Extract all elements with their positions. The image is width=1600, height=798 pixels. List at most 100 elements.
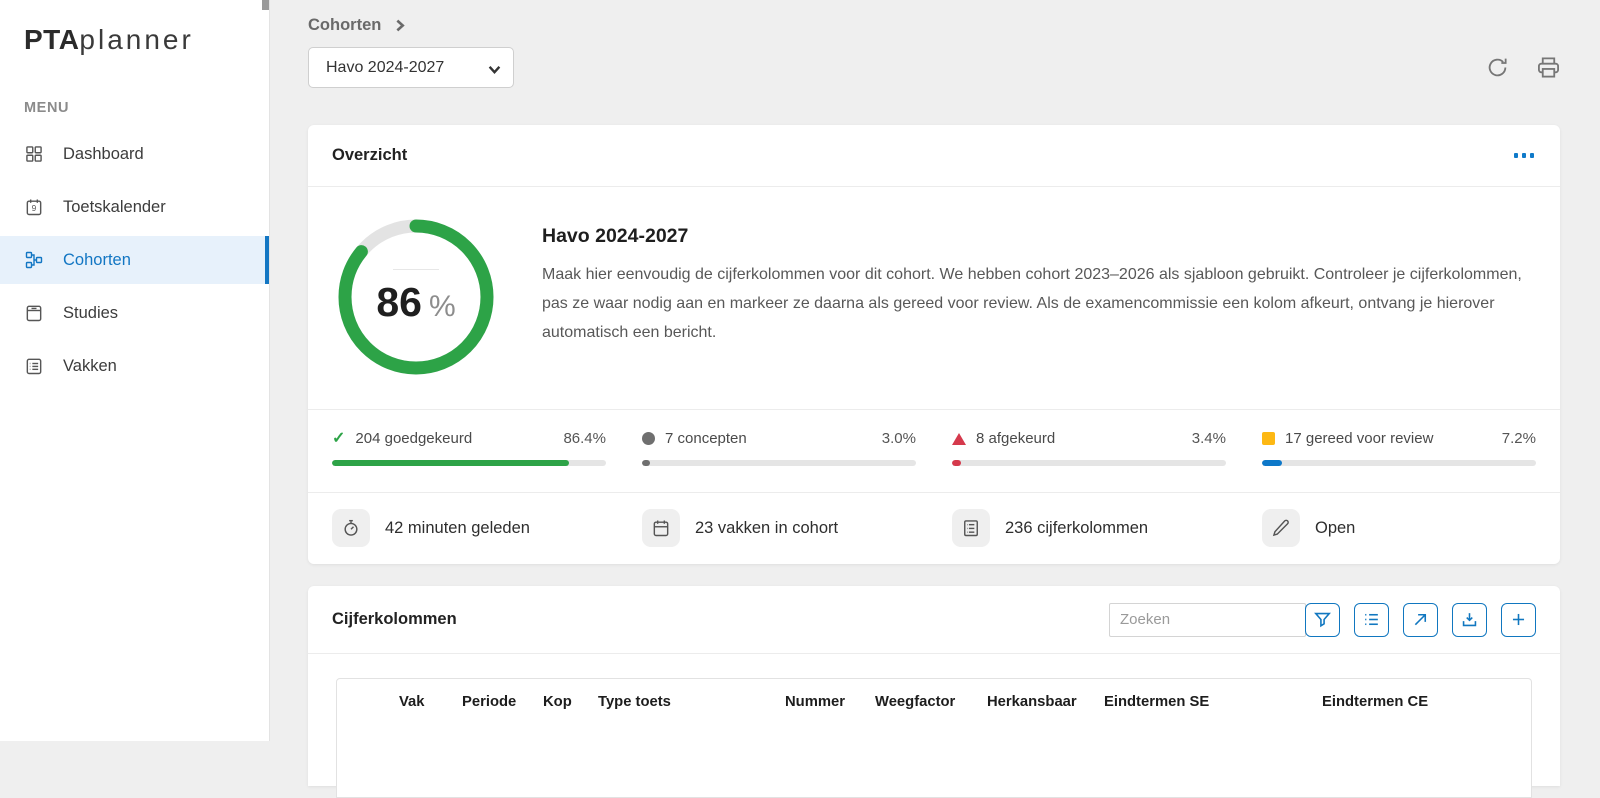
status-afgekeurd: 8 afgekeurd 3.4% bbox=[952, 430, 1226, 466]
refresh-icon bbox=[1488, 58, 1507, 77]
status-label: 204 goedgekeurd bbox=[355, 430, 473, 447]
scrollbar-thumb[interactable] bbox=[262, 0, 269, 10]
progress-bar bbox=[1262, 460, 1536, 466]
grid-list-icon bbox=[952, 509, 990, 547]
download-icon bbox=[1462, 613, 1477, 627]
cohort-title: Havo 2024-2027 bbox=[542, 225, 689, 247]
breadcrumb: Cohorten bbox=[308, 16, 1560, 35]
donut-percent-sign: % bbox=[428, 289, 456, 323]
print-icon bbox=[1538, 57, 1559, 78]
column-header-herkansbaar[interactable]: Herkansbaar bbox=[987, 694, 1104, 710]
column-header-periode[interactable]: Periode bbox=[462, 694, 543, 710]
status-label: 8 afgekeurd bbox=[976, 430, 1056, 447]
overview-card-title: Overzicht bbox=[332, 146, 408, 164]
meta-row: 42 minuten geleden 23 vakken in cohort 2… bbox=[308, 492, 1560, 564]
list-icon bbox=[1365, 613, 1378, 626]
column-chooser-button[interactable] bbox=[1354, 602, 1389, 637]
status-label: 17 gereed voor review bbox=[1285, 430, 1434, 447]
overview-card: Overzicht 86 % Havo 2024-2027 Maak hier … bbox=[308, 125, 1560, 564]
svg-text:9: 9 bbox=[32, 203, 37, 213]
sidebar-item-dashboard[interactable]: Dashboard bbox=[0, 130, 269, 178]
column-header-kop[interactable]: Kop bbox=[543, 694, 598, 710]
column-header-weegfactor[interactable]: Weegfactor bbox=[875, 694, 987, 710]
progress-bar bbox=[642, 460, 916, 466]
status-percent: 3.0% bbox=[881, 430, 916, 447]
app-logo: PTAplanner bbox=[0, 0, 269, 56]
sidebar-item-label: Vakken bbox=[63, 356, 117, 375]
calendar-icon bbox=[642, 509, 680, 547]
status-percent: 86.4% bbox=[563, 430, 606, 447]
open-external-button[interactable] bbox=[1403, 602, 1438, 637]
status-goedgekeurd: ✓ 204 goedgekeurd 86.4% bbox=[332, 430, 606, 466]
column-header-eindtermen-ce[interactable]: Eindtermen CE bbox=[1322, 694, 1428, 710]
status-percent: 3.4% bbox=[1191, 430, 1226, 447]
column-header-nummer[interactable]: Nummer bbox=[785, 694, 875, 710]
pencil-icon bbox=[1262, 509, 1300, 547]
meta-label: 236 cijferkolommen bbox=[1005, 518, 1149, 537]
table-card-title: Cijferkolommen bbox=[332, 610, 457, 628]
check-icon: ✓ bbox=[332, 429, 346, 447]
cohort-select[interactable]: Havo 2024-2027 bbox=[308, 47, 514, 88]
cijferkolommen-table: Vak Periode Kop Type toets Nummer Weegfa… bbox=[336, 678, 1532, 798]
print-button[interactable] bbox=[1537, 56, 1560, 79]
sidebar-item-studies[interactable]: Studies bbox=[0, 289, 269, 337]
progress-bar bbox=[332, 460, 606, 466]
status-label: 7 concepten bbox=[665, 430, 747, 447]
meta-label: 42 minuten geleden bbox=[385, 518, 530, 537]
completion-donut-chart: 86 % bbox=[332, 213, 500, 381]
sidebar-item-vakken[interactable]: Vakken bbox=[0, 342, 269, 390]
calendar-9-icon: 9 bbox=[26, 199, 42, 216]
main-content: Cohorten Havo 2024-2027 Overzicht 86 % H… bbox=[270, 0, 1600, 798]
status-percent: 7.2% bbox=[1501, 430, 1536, 447]
filter-button[interactable] bbox=[1305, 602, 1340, 637]
column-header-vak[interactable]: Vak bbox=[399, 694, 462, 710]
progress-bar bbox=[952, 460, 1226, 466]
column-header-type-toets[interactable]: Type toets bbox=[598, 694, 785, 710]
open-external-icon bbox=[1414, 613, 1427, 626]
sitemap-icon bbox=[25, 251, 43, 269]
triangle-icon bbox=[952, 432, 966, 445]
column-header-eindtermen-se[interactable]: Eindtermen SE bbox=[1104, 694, 1322, 710]
logo-bold: PTA bbox=[24, 24, 80, 55]
cohort-description: Maak hier eenvoudig de cijferkolommen vo… bbox=[542, 266, 1522, 341]
meta-cijferkolommen-count: 236 cijferkolommen bbox=[952, 509, 1226, 547]
table-header-row: Vak Periode Kop Type toets Nummer Weegfa… bbox=[337, 679, 1531, 710]
grid-icon bbox=[26, 146, 42, 162]
column-spacer bbox=[337, 694, 399, 710]
sidebar-item-label: Cohorten bbox=[63, 250, 131, 269]
list-box-icon bbox=[26, 358, 42, 375]
meta-label: Open bbox=[1315, 518, 1356, 537]
cohort-select-wrap: Havo 2024-2027 bbox=[308, 47, 514, 88]
stopwatch-icon bbox=[332, 509, 370, 547]
status-concepten: 7 concepten 3.0% bbox=[642, 430, 916, 466]
logo-light: planner bbox=[79, 24, 194, 55]
meta-label: 23 vakken in cohort bbox=[695, 518, 839, 537]
cijferkolommen-card: Cijferkolommen Zoeken Vak Periode Kop Ty… bbox=[308, 586, 1560, 798]
search-input[interactable] bbox=[1109, 602, 1306, 637]
download-button[interactable] bbox=[1452, 602, 1487, 637]
sidebar-item-cohorten[interactable]: Cohorten bbox=[0, 236, 269, 284]
sidebar-item-toetskalender[interactable]: 9 Toetskalender bbox=[0, 183, 269, 231]
meta-vakken-count: 23 vakken in cohort bbox=[642, 509, 916, 547]
sidebar-item-label: Toetskalender bbox=[63, 197, 166, 216]
status-progress-row: ✓ 204 goedgekeurd 86.4% 7 concepten 3.0%… bbox=[308, 409, 1560, 492]
refresh-button[interactable] bbox=[1486, 56, 1509, 79]
status-gereed-voor-review: 17 gereed voor review 7.2% bbox=[1262, 430, 1536, 466]
donut-keyline bbox=[393, 268, 439, 270]
breadcrumb-chevron-icon bbox=[396, 19, 406, 32]
table-toolbar bbox=[1109, 602, 1536, 637]
add-icon bbox=[1512, 613, 1525, 626]
sidebar-item-label: Studies bbox=[63, 303, 119, 322]
meta-status-open: Open bbox=[1262, 509, 1536, 547]
circle-icon bbox=[642, 432, 655, 445]
filter-icon bbox=[1314, 612, 1331, 628]
notebook-icon bbox=[26, 305, 42, 322]
add-button[interactable] bbox=[1501, 602, 1536, 637]
breadcrumb-cohorten[interactable]: Cohorten bbox=[308, 16, 381, 35]
meta-last-updated: 42 minuten geleden bbox=[332, 509, 606, 547]
sidebar-item-label: Dashboard bbox=[63, 144, 144, 163]
sidebar: PTAplanner MENU Dashboard 9 Toetskalende… bbox=[0, 0, 270, 741]
square-icon bbox=[1262, 432, 1275, 445]
ellipsis-icon[interactable] bbox=[1512, 147, 1537, 164]
menu-section-label: MENU bbox=[24, 100, 70, 116]
